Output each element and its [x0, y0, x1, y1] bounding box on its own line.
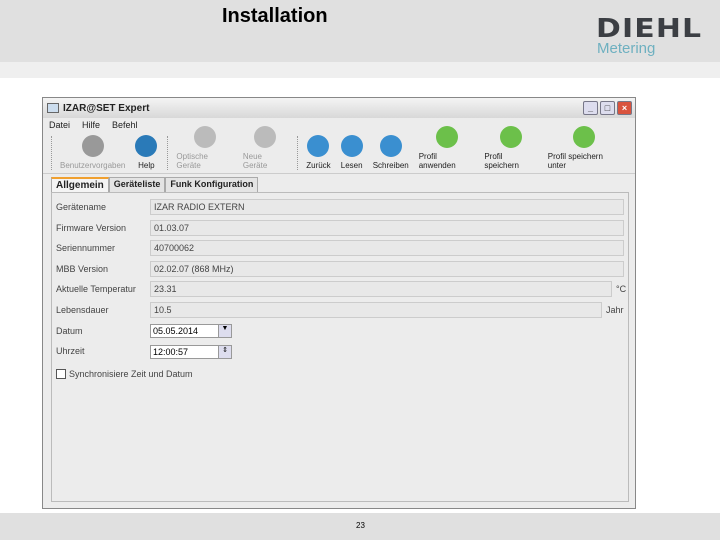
- toolbar-button-label: Schreiben: [372, 161, 409, 170]
- toolbar-button-2[interactable]: Optische Geräte: [176, 126, 232, 170]
- new-device-icon: [254, 126, 277, 148]
- field-label: MBB Version: [56, 264, 109, 274]
- tab-allgemein[interactable]: Allgemein: [51, 177, 109, 192]
- field-label: Aktuelle Temperatur: [56, 284, 136, 294]
- write-icon: [379, 135, 402, 157]
- app-icon: [47, 103, 59, 113]
- toolbar-button-label: Zurück: [306, 161, 331, 170]
- header-band: [0, 62, 720, 78]
- toolbar: Benutzervorgaben Help Optische Geräte Neue …: [43, 126, 635, 174]
- field-unit: °C: [616, 284, 627, 294]
- datum-field[interactable]: 05.05.2014 ▼: [150, 324, 232, 338]
- uhrzeit-value: 12:00:57: [153, 347, 189, 357]
- general-panel: Gerätename IZAR RADIO EXTERN Firmware Ve…: [51, 192, 629, 502]
- slide-title: Installation: [222, 5, 328, 27]
- toolbar-button-7[interactable]: Profil anwenden: [419, 126, 475, 170]
- menu-datei[interactable]: Datei: [49, 120, 70, 130]
- toolbar-button-9[interactable]: Profil speichern unter: [548, 126, 621, 170]
- tab-bar: Allgemein Geräteliste Funk Konfiguration: [43, 177, 635, 192]
- profile-save-as-icon: [573, 126, 596, 148]
- chevron-down-icon[interactable]: ▼: [218, 325, 231, 337]
- menu-befehl[interactable]: Befehl: [112, 120, 138, 130]
- toolbar-button-label: Optische Geräte: [176, 152, 208, 170]
- uhrzeit-label: Uhrzeit: [56, 346, 85, 356]
- toolbar-button-0[interactable]: Benutzervorgaben: [60, 135, 125, 170]
- help-globe-icon: [135, 135, 158, 157]
- menu-bar: Datei Hilfe Befehl: [43, 118, 635, 132]
- menu-hilfe[interactable]: Hilfe: [82, 120, 100, 130]
- close-button[interactable]: ×: [617, 101, 632, 115]
- toolbar-button-6[interactable]: Schreiben: [373, 135, 409, 170]
- toolbar-button-label: Benutzervorgaben: [60, 161, 126, 170]
- tab-geraeteliste[interactable]: Geräteliste: [108, 177, 166, 192]
- optical-device-icon: [193, 126, 216, 148]
- field-value: 01.03.07: [150, 220, 624, 236]
- metering-logo-text: Metering: [597, 40, 656, 57]
- minimize-button[interactable]: _: [583, 101, 598, 115]
- uhrzeit-field[interactable]: 12:00:57 ⇕: [150, 345, 232, 359]
- field-value: 02.02.07 (868 MHz): [150, 261, 624, 277]
- datum-value: 05.05.2014: [153, 326, 199, 336]
- window-title: IZAR@SET Expert: [63, 102, 150, 114]
- datum-label: Datum: [56, 326, 83, 336]
- toolbar-button-1[interactable]: Help: [135, 135, 158, 170]
- page-number: 23: [356, 521, 365, 530]
- toolbar-button-label: Neue Geräte: [242, 152, 268, 170]
- toolbar-button-4[interactable]: Zurück: [306, 135, 331, 170]
- app-window: IZAR@SET Expert _ □ × Datei Hilfe Befehl…: [42, 97, 636, 509]
- field-label: Lebensdauer: [56, 305, 109, 315]
- gear-icon: [81, 135, 104, 157]
- toolbar-separator: [297, 136, 299, 170]
- field-value: IZAR RADIO EXTERN: [150, 199, 624, 215]
- checkbox-box[interactable]: [56, 369, 66, 379]
- toolbar-button-label: Profil speichern: [484, 152, 519, 170]
- toolbar-button-8[interactable]: Profil speichern: [484, 126, 537, 170]
- toolbar-separator: [51, 136, 52, 170]
- field-label: Firmware Version: [56, 223, 127, 233]
- spinner-icon[interactable]: ⇕: [218, 346, 231, 358]
- toolbar-button-label: Profil speichern unter: [547, 152, 603, 170]
- field-unit: Jahr: [606, 305, 624, 315]
- field-value: 23.31: [150, 281, 612, 297]
- maximize-button[interactable]: □: [600, 101, 615, 115]
- field-label: Gerätename: [56, 202, 107, 212]
- field-value: 40700062: [150, 240, 624, 256]
- arrow-up-icon: [307, 135, 330, 157]
- field-value: 10.5: [150, 302, 602, 318]
- sync-checkbox[interactable]: Synchronisiere Zeit und Datum: [56, 369, 193, 379]
- profile-apply-icon: [435, 126, 458, 148]
- tab-funk-konfiguration[interactable]: Funk Konfiguration: [165, 177, 259, 192]
- toolbar-button-5[interactable]: Lesen: [340, 135, 363, 170]
- toolbar-separator: [167, 136, 169, 170]
- profile-save-icon: [500, 126, 523, 148]
- window-titlebar[interactable]: IZAR@SET Expert _ □ ×: [43, 98, 635, 118]
- sync-label: Synchronisiere Zeit und Datum: [69, 369, 193, 379]
- toolbar-button-label: Help: [138, 161, 155, 170]
- field-label: Seriennummer: [56, 243, 116, 253]
- toolbar-button-3[interactable]: Neue Geräte: [243, 126, 287, 170]
- toolbar-button-label: Lesen: [340, 161, 363, 170]
- toolbar-button-label: Profil anwenden: [418, 152, 456, 170]
- read-icon: [340, 135, 363, 157]
